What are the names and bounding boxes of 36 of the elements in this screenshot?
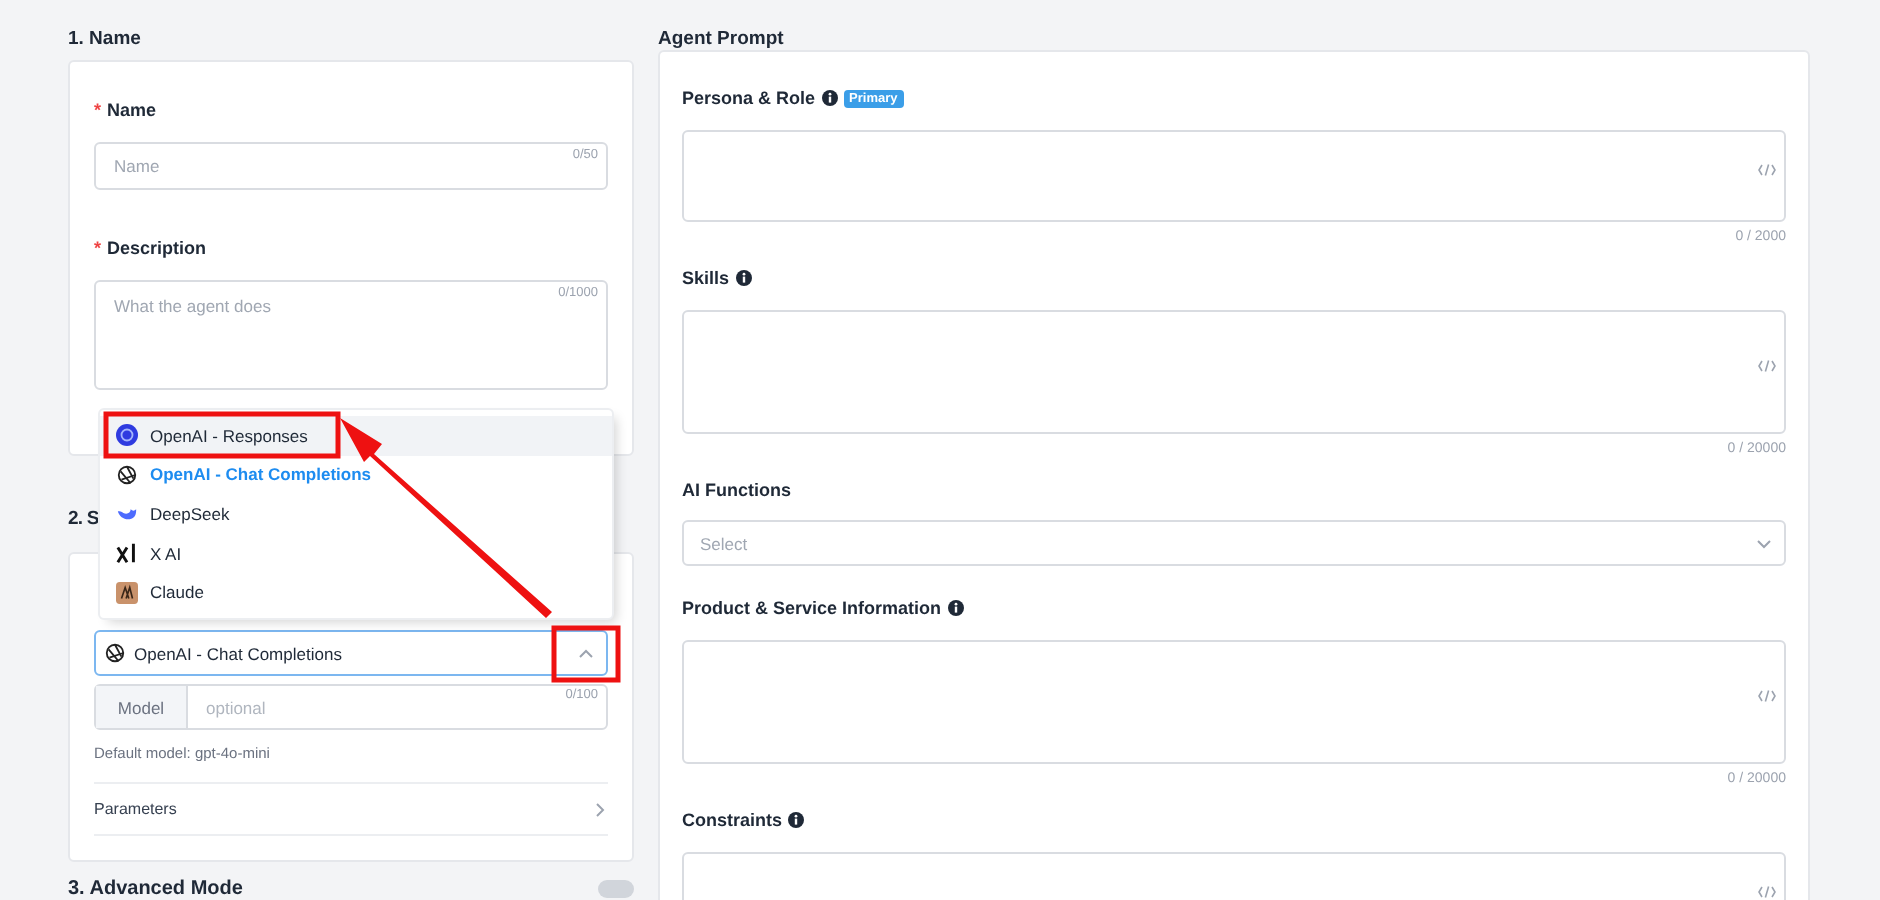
claude-logo-icon	[116, 581, 138, 604]
field-label: Constraints	[682, 810, 783, 830]
textarea-field[interactable]	[682, 310, 1786, 434]
textarea-field[interactable]	[682, 640, 1786, 764]
required-mark: *	[94, 238, 102, 258]
chevron-up-icon	[578, 645, 594, 661]
field-label: Description	[107, 238, 207, 258]
field-label: Name	[107, 100, 157, 120]
provider-option[interactable]: OpenAI - Responses	[100, 416, 612, 456]
required-mark: *	[94, 100, 102, 120]
section-title: 1. Name	[68, 28, 143, 54]
model-addon: Model	[96, 686, 188, 728]
field-label: Persona & Role	[682, 88, 816, 108]
section-title: 3. Advanced Mode	[68, 878, 243, 900]
toggle-switch[interactable]	[598, 880, 634, 898]
textarea-field[interactable]	[682, 130, 1786, 222]
highlight-frame	[551, 625, 621, 683]
field-label: Skills	[682, 268, 730, 288]
field-label: AI Functions	[682, 480, 791, 500]
provider-option[interactable]: Claude	[100, 572, 612, 612]
knot-logo-icon	[104, 642, 126, 664]
chevron-right-icon	[592, 801, 608, 817]
code-icon	[1758, 164, 1776, 176]
section-title: 2. S	[68, 508, 99, 530]
field-label: Product & Service Information	[682, 598, 942, 618]
knot-logo-icon	[116, 463, 138, 486]
provider-option[interactable]: DeepSeek	[100, 494, 612, 534]
code-icon	[1758, 690, 1776, 702]
slash-logo-icon	[116, 542, 138, 565]
code-icon	[1758, 360, 1776, 372]
parameters-row[interactable]: Parameters	[94, 782, 608, 836]
provider-option[interactable]: X AI	[100, 533, 612, 573]
provider-select[interactable]: OpenAI - Chat Completions	[94, 630, 608, 676]
chevron-down-icon	[1756, 535, 1772, 551]
section-title: Agent Prompt	[658, 28, 786, 50]
code-icon	[1758, 886, 1776, 898]
